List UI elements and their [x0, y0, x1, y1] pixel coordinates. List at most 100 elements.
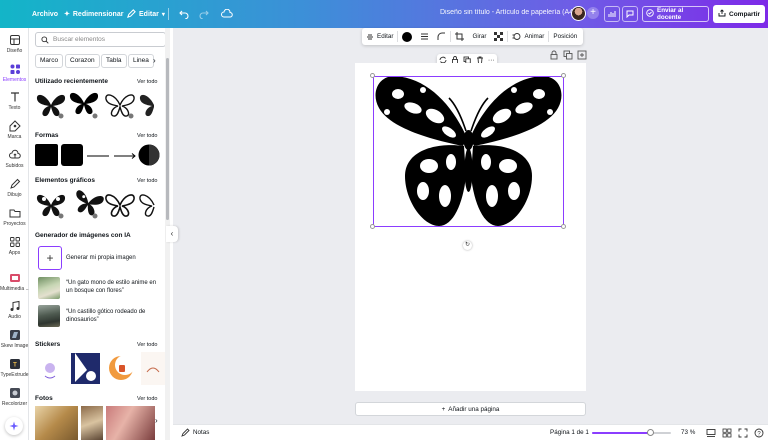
magic-help-button[interactable] — [5, 417, 23, 435]
add-page-icon[interactable] — [577, 50, 587, 60]
resize-button[interactable]: ✦ Redimensionar — [58, 4, 129, 24]
folder-icon — [9, 209, 20, 218]
zoom-slider-knob[interactable] — [647, 429, 654, 436]
position-button[interactable]: Posición — [549, 28, 581, 45]
edit-mode-button[interactable]: Editar ▾ — [121, 4, 171, 24]
animate-button[interactable]: Animar — [508, 28, 548, 45]
edit-icon — [367, 34, 373, 39]
see-all-stickers-link[interactable]: Ver todo — [137, 342, 158, 348]
duplicate-page-icon[interactable] — [563, 50, 573, 60]
redo-icon[interactable] — [196, 6, 212, 22]
sparkle-icon: ✦ — [64, 11, 70, 18]
photo-thumbnail[interactable] — [35, 406, 78, 440]
chip-marco[interactable]: Marco — [35, 54, 64, 68]
ai-generate-label[interactable]: Generar mi propia imagen — [66, 254, 136, 262]
rail-item-texto[interactable]: Texto — [0, 91, 29, 111]
stats-icon[interactable] — [604, 6, 620, 22]
ai-example-cat-image[interactable] — [38, 277, 60, 299]
rail-label: Proyectos — [3, 221, 26, 227]
edit-mode-label: Editar — [139, 10, 159, 18]
photo-thumbnail[interactable] — [106, 406, 155, 440]
help-icon[interactable]: ? — [754, 428, 764, 438]
rotate-handle[interactable]: ↻ — [463, 241, 472, 250]
fill-color-button[interactable] — [398, 28, 416, 45]
share-button[interactable]: Compartir — [713, 5, 765, 23]
search-input[interactable]: Buscar elementos — [35, 32, 166, 47]
grid-view-icon[interactable] — [722, 428, 732, 438]
resize-handle-top-right[interactable] — [561, 73, 566, 78]
collapse-panel-button[interactable]: ‹ — [166, 226, 178, 242]
rail-item-recolorizer[interactable]: Recolorizer — [0, 387, 29, 407]
border-style-button[interactable] — [416, 28, 433, 45]
zoom-slider[interactable] — [592, 429, 671, 436]
rail-item-marca[interactable]: Marca — [0, 120, 29, 140]
recent-butterflies[interactable] — [35, 90, 166, 120]
corner-rounding-button[interactable] — [433, 28, 450, 45]
svg-text:T: T — [13, 363, 17, 369]
rail-item-audio[interactable]: Audio — [0, 300, 29, 320]
rail-item-proyectos[interactable]: Proyectos — [0, 207, 29, 227]
rail-item-diseno[interactable]: Diseño — [0, 34, 29, 54]
lock-page-icon[interactable] — [549, 50, 559, 60]
rail-item-subidos[interactable]: Subidos — [0, 149, 29, 169]
rail-item-apps[interactable]: Apps — [0, 236, 29, 256]
resize-label: Redimensionar — [72, 10, 124, 18]
page-indicator[interactable]: Página 1 de 1 — [550, 429, 589, 436]
ai-generate-button[interactable]: + — [38, 246, 62, 270]
apps-icon — [9, 237, 20, 247]
flip-button[interactable]: Girar — [468, 28, 490, 45]
rail-item-dibujo[interactable]: Dibujo — [0, 178, 29, 198]
rail-item-typeextrude[interactable]: T TypeExtrude — [0, 358, 29, 378]
rail-item-skew-image[interactable]: Skew Image — [0, 329, 29, 349]
panel-scrollbar-thumb[interactable] — [166, 58, 169, 220]
resize-handle-bottom-right[interactable] — [561, 224, 566, 229]
see-all-graphics-link[interactable]: Ver todo — [137, 178, 158, 184]
comment-icon[interactable] — [622, 6, 638, 22]
chip-corazon[interactable]: Corazon — [65, 54, 100, 68]
section-graphics-title: Elementos gráficos — [35, 177, 95, 184]
resize-handle-bottom-left[interactable] — [370, 224, 375, 229]
stickers-row[interactable] — [35, 352, 166, 385]
see-all-recent-link[interactable]: Ver todo — [137, 79, 158, 85]
pencil-icon — [127, 8, 136, 20]
photo-thumbnail[interactable] — [81, 406, 103, 440]
send-to-teacher-button[interactable]: Enviar al docente — [642, 6, 709, 22]
ai-prompt-castle[interactable]: “Un castillo gótico rodeado de dinosauri… — [66, 308, 158, 324]
section-recent-title: Utilizado recientemente — [35, 78, 108, 85]
crop-icon — [455, 32, 465, 41]
add-page-button[interactable]: + Añadir una página — [355, 402, 586, 416]
add-collaborator-button[interactable]: + — [587, 7, 599, 19]
pages-view-icon[interactable] — [706, 428, 716, 438]
chevron-right-icon[interactable]: › — [155, 416, 158, 425]
chip-tabla[interactable]: Tabla — [101, 54, 127, 68]
chip-linea[interactable]: Linea — [128, 54, 154, 68]
rail-item-elementos[interactable]: Elementos — [0, 63, 29, 83]
plus-icon: + — [441, 405, 446, 413]
see-all-shapes-link[interactable]: Ver todo — [137, 133, 158, 139]
undo-icon[interactable] — [176, 6, 192, 22]
chevron-right-icon[interactable]: › — [153, 56, 156, 65]
ai-prompt-cat[interactable]: “Un gato mono de estilo anime en un bosq… — [66, 279, 158, 295]
graphic-butterflies[interactable] — [35, 190, 166, 220]
shape-rounded-square[interactable] — [61, 144, 83, 166]
animate-icon — [512, 33, 521, 40]
edit-element-button[interactable]: Editar — [362, 28, 397, 45]
rail-item-multimedia[interactable]: Multimedia ... — [0, 272, 30, 292]
document-title[interactable]: Diseño sin título - Artículo de papelerí… — [440, 9, 575, 16]
notes-button[interactable]: Notas — [181, 428, 209, 437]
ai-example-castle-image[interactable] — [38, 305, 60, 327]
crop-button[interactable] — [451, 28, 468, 45]
rail-label: Skew Image — [0, 343, 29, 349]
resize-handle-top-left[interactable] — [370, 73, 375, 78]
zoom-level[interactable]: 73 % — [681, 429, 695, 436]
animate-label: Animar — [524, 33, 545, 40]
avatar[interactable] — [571, 6, 586, 21]
transparency-button[interactable] — [490, 28, 507, 45]
cloud-saved-icon[interactable] — [219, 6, 235, 22]
media-icon — [9, 274, 20, 282]
sparkle-icon — [9, 421, 19, 431]
fullscreen-icon[interactable] — [738, 428, 748, 438]
shape-square[interactable] — [35, 144, 58, 166]
see-all-photos-link[interactable]: Ver todo — [137, 396, 158, 402]
shape-circle[interactable] — [137, 144, 161, 166]
